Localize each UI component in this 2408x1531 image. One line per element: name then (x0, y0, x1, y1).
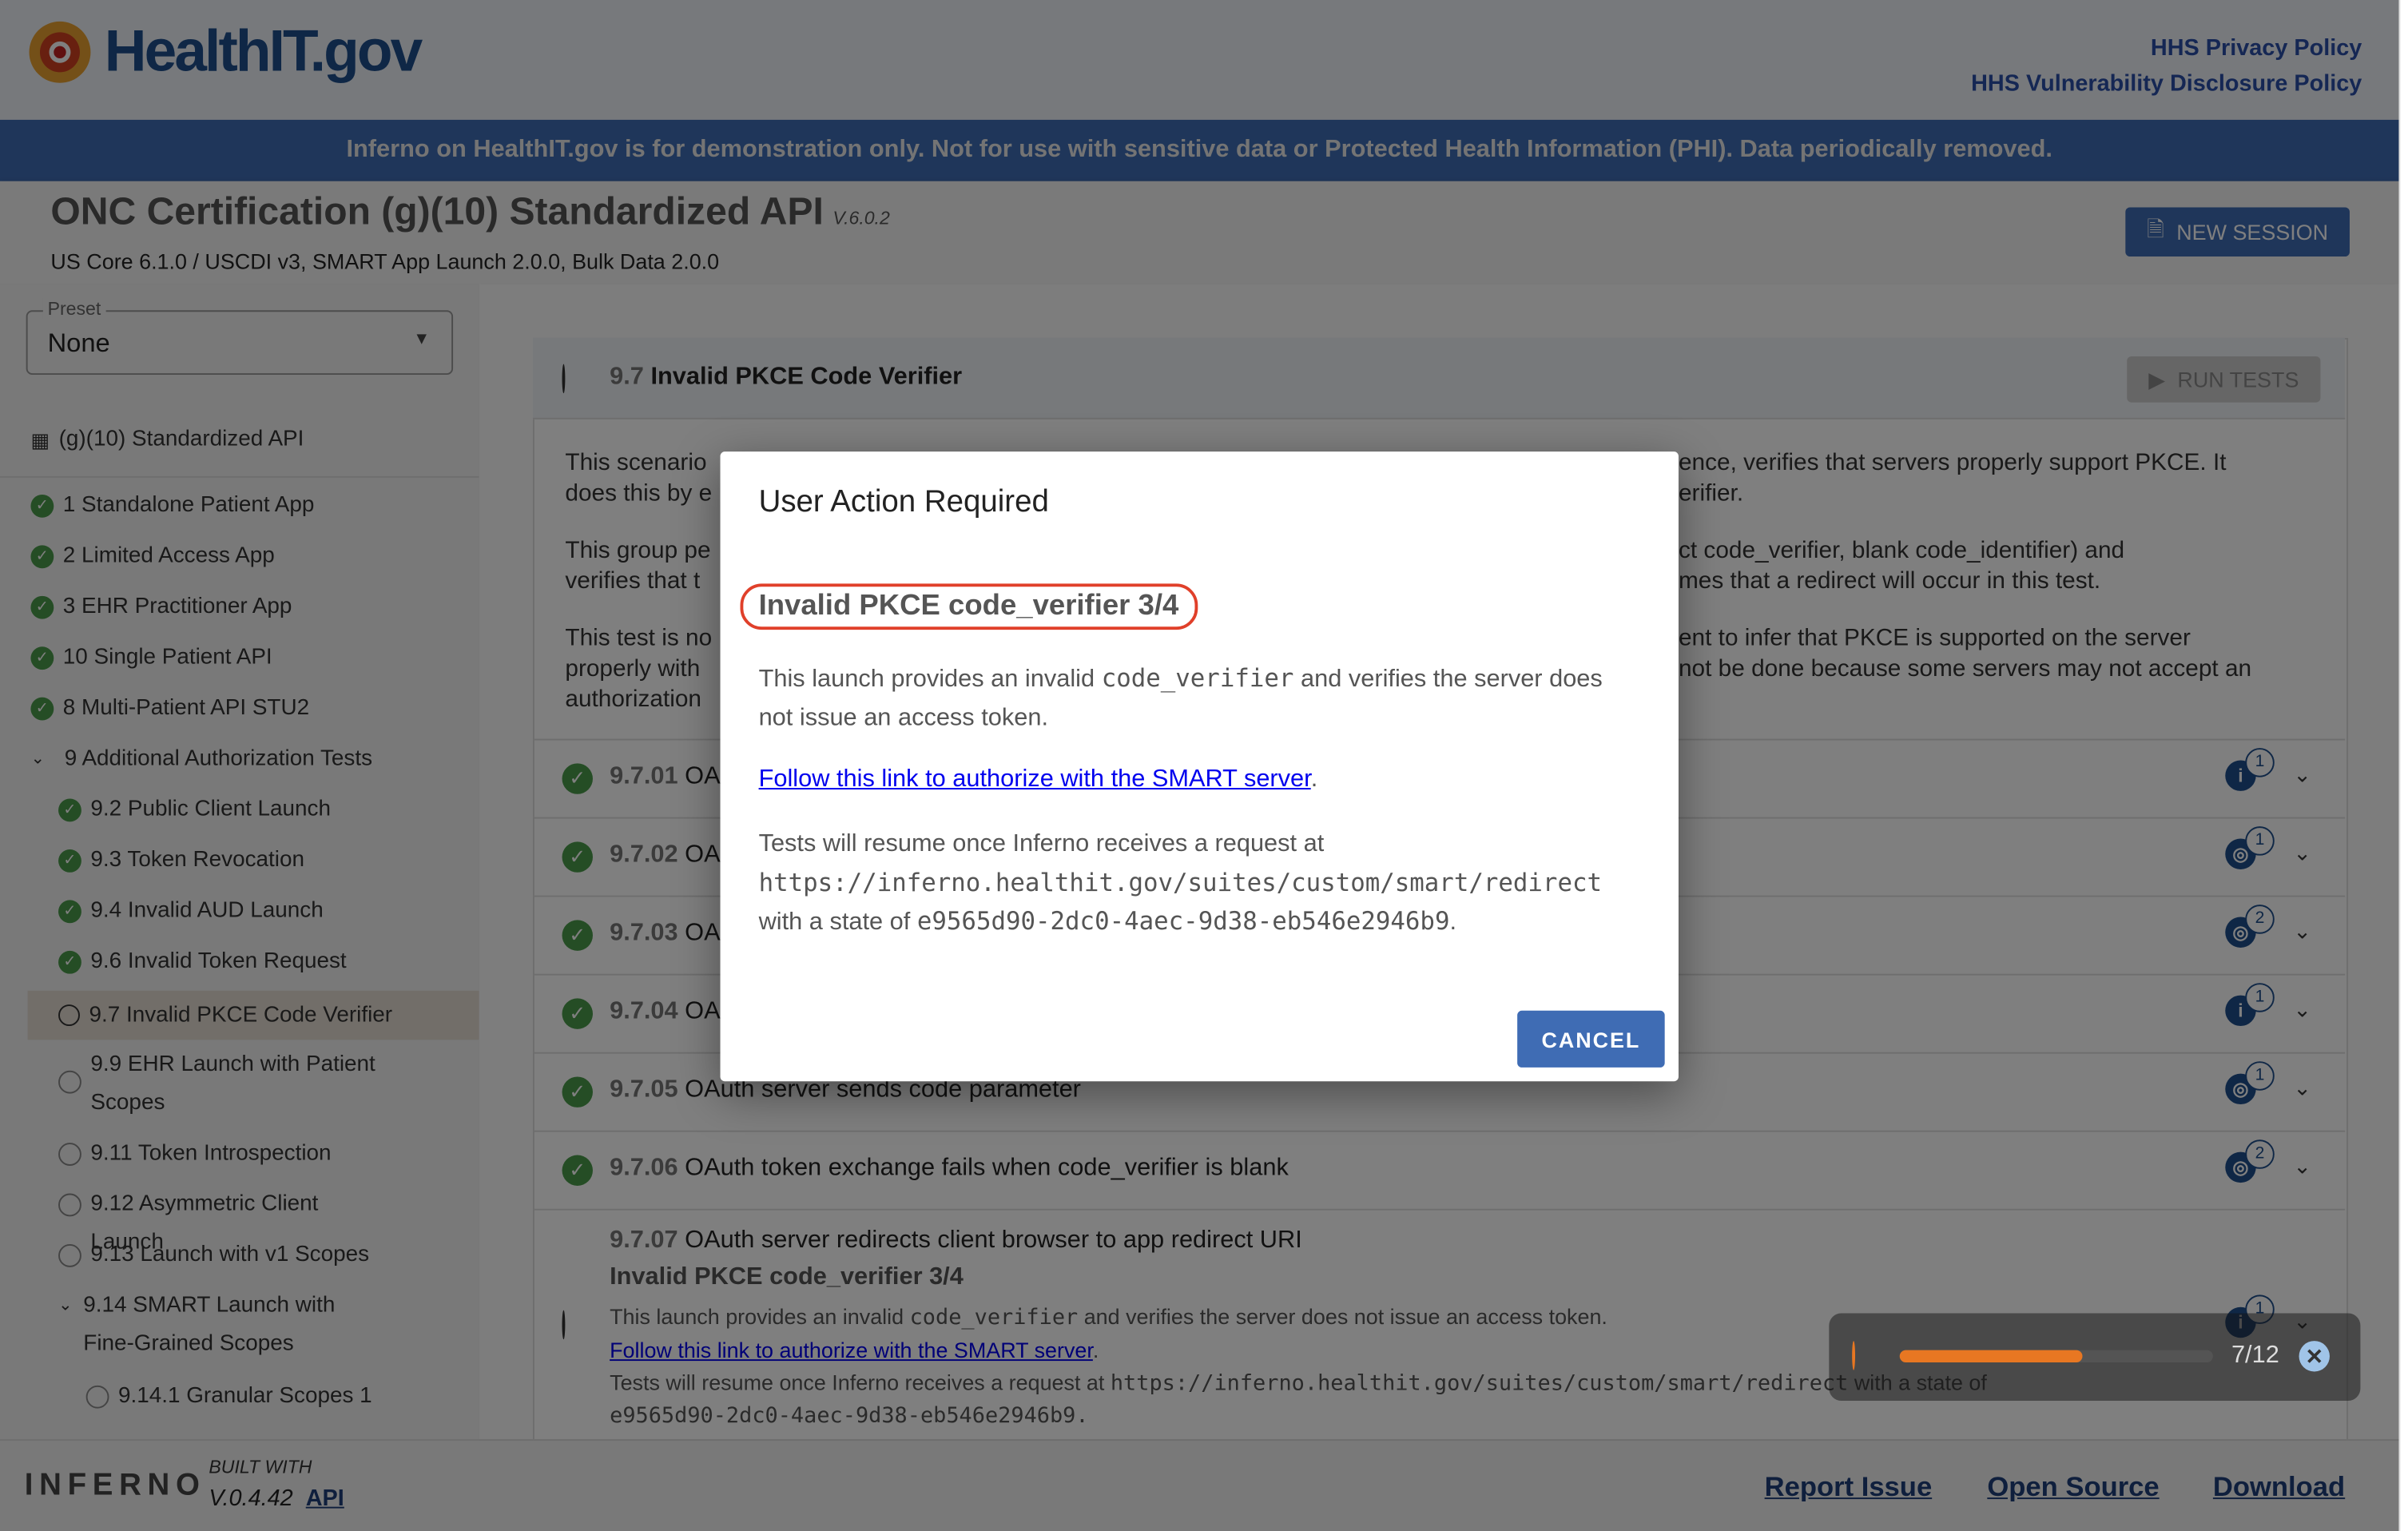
close-icon[interactable]: ✕ (2299, 1341, 2330, 1372)
scrollbar[interactable] (2398, 0, 2408, 1531)
user-action-modal: User Action Required Invalid PKCE code_v… (720, 451, 1679, 1082)
authorize-link[interactable]: Follow this link to authorize with the S… (759, 766, 1311, 793)
cancel-button[interactable]: CANCEL (1517, 1010, 1665, 1068)
modal-heading: Invalid PKCE code_verifier 3/4 (740, 583, 1198, 630)
modal-title: User Action Required (758, 485, 1049, 519)
